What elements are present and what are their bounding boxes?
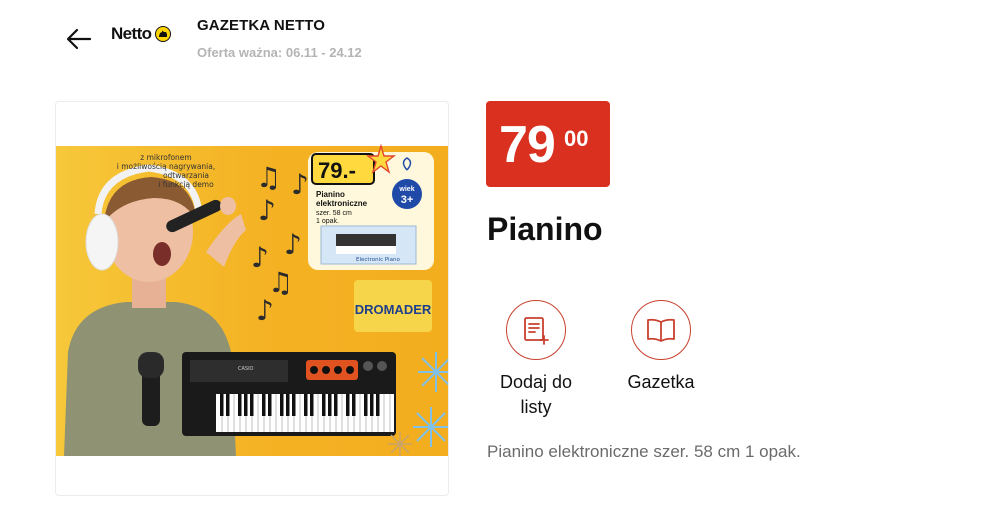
netto-logo: Netto: [111, 24, 172, 44]
price-main: 79: [499, 116, 556, 174]
product-description: Pianino elektroniczne szer. 58 cm 1 opak…: [487, 442, 801, 461]
product-name: Pianino: [487, 211, 603, 247]
svg-text:Pianino: Pianino: [316, 190, 345, 199]
arrow-left-icon: [66, 28, 92, 50]
svg-text:elektroniczne: elektroniczne: [316, 199, 368, 208]
svg-text:szer. 58 cm: szer. 58 cm: [316, 210, 352, 217]
offer-validity: Oferta ważna: 06.11 - 24.12: [197, 45, 362, 60]
product-image: z mikrofonem i możliwością nagrywania, o…: [55, 101, 449, 496]
svg-text:♪: ♪: [258, 194, 276, 227]
add-to-list-label: Dodaj do listy: [499, 372, 573, 417]
svg-text:DROMADER: DROMADER: [355, 302, 432, 317]
add-to-list-icon: [506, 300, 566, 360]
back-button[interactable]: [62, 24, 96, 54]
scottie-dog-icon: [155, 26, 172, 42]
svg-text:♪: ♪: [284, 228, 302, 261]
image-caption: z mikrofonem: [140, 153, 191, 162]
svg-text:♪: ♪: [291, 168, 309, 201]
gazetka-button[interactable]: Gazetka: [611, 300, 711, 395]
svg-text:♪: ♪: [256, 294, 274, 327]
price-cents: 00: [564, 126, 589, 151]
svg-text:i możliwością nagrywania,: i możliwością nagrywania,: [117, 162, 215, 171]
price-badge: 79 00: [486, 101, 610, 187]
page-title: GAZETKA NETTO: [197, 17, 325, 34]
gazetka-label: Gazetka: [627, 372, 695, 392]
svg-text:3+: 3+: [401, 194, 414, 206]
add-to-list-button[interactable]: Dodaj do listy: [486, 300, 586, 420]
svg-text:♪: ♪: [251, 241, 269, 274]
book-icon: [631, 300, 691, 360]
svg-text:wiek: wiek: [398, 186, 414, 193]
svg-text:i funkcją demo: i funkcją demo: [158, 180, 214, 189]
svg-text:79.-: 79.-: [318, 158, 356, 183]
svg-text:1 opak.: 1 opak.: [316, 218, 339, 225]
svg-text:Electronic Piano: Electronic Piano: [356, 257, 400, 263]
svg-text:odtwarzania: odtwarzania: [163, 171, 209, 180]
svg-text:♫: ♫: [256, 161, 281, 194]
brand-name: Netto: [111, 24, 152, 43]
svg-text:CASIO: CASIO: [238, 366, 254, 372]
